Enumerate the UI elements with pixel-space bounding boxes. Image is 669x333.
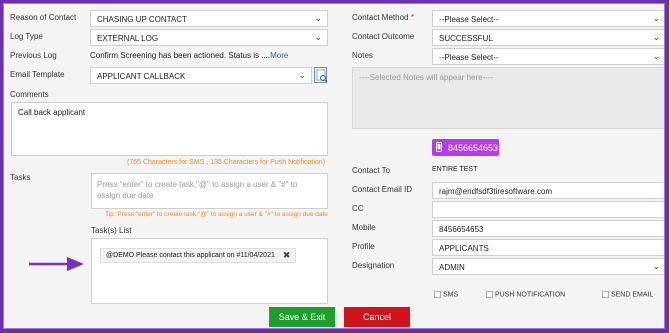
method-label: Contact Method * bbox=[352, 13, 414, 22]
sendemail-label: SEND EMAIL bbox=[610, 291, 654, 299]
required-marker: * bbox=[410, 13, 414, 22]
comments-label: Comments bbox=[10, 90, 49, 99]
arrow-icon bbox=[29, 256, 85, 274]
phone-icon bbox=[436, 141, 442, 154]
tasks-label: Tasks bbox=[10, 173, 31, 182]
email-label: Contact Email ID bbox=[352, 185, 413, 194]
tasks-placeholder: Press "enter" to create task,"@" to assi… bbox=[97, 180, 298, 200]
task-chip-text: @DEMO Please contact this applicant on #… bbox=[106, 252, 275, 259]
profile-label: Profile bbox=[352, 242, 375, 251]
mobile-value: 8456654653 bbox=[439, 225, 484, 234]
method-select[interactable]: --Please Select-- ⌄ bbox=[432, 10, 664, 27]
designation-select[interactable]: ADMIN ⌄ bbox=[432, 258, 664, 275]
email-field[interactable]: rajm@endfsdf3tiresoftware.com bbox=[432, 182, 664, 199]
push-checkbox[interactable] bbox=[486, 291, 493, 298]
comments-value: Call back applicant bbox=[18, 108, 86, 117]
sendemail-option[interactable]: SEND EMAIL bbox=[602, 291, 653, 298]
prevlog-label: Previous Log bbox=[10, 51, 57, 60]
designation-value: ADMIN bbox=[439, 263, 465, 272]
notes-label: Notes bbox=[352, 51, 373, 60]
sms-option[interactable]: SMS bbox=[434, 291, 458, 298]
save-exit-button[interactable]: Save & Exit bbox=[269, 307, 335, 327]
outcome-label: Contact Outcome bbox=[352, 32, 415, 41]
comments-textarea[interactable]: Call back applicant bbox=[11, 102, 328, 156]
logtype-select[interactable]: EXTERNAL LOG ⌄ bbox=[90, 29, 328, 46]
outcome-value: SUCCESSFUL bbox=[439, 34, 493, 43]
template-preview-icon[interactable] bbox=[314, 67, 328, 83]
logtype-value: EXTERNAL LOG bbox=[97, 34, 159, 43]
profile-field[interactable]: APPLICANTS bbox=[432, 239, 664, 256]
contactto-value: ENTIRE TEST bbox=[432, 166, 478, 173]
method-value: --Please Select-- bbox=[439, 15, 499, 24]
tasks-input[interactable]: Press "enter" to create task,"@" to assi… bbox=[91, 173, 328, 209]
reason-label: Reason of Contact bbox=[10, 13, 77, 22]
sendemail-checkbox[interactable] bbox=[602, 291, 609, 298]
prevlog-status: Confirm Screening has been actioned. Sta… bbox=[90, 51, 271, 60]
outcome-select[interactable]: SUCCESSFUL ⌄ bbox=[432, 29, 664, 46]
close-icon[interactable]: ✖ bbox=[283, 250, 291, 261]
template-select[interactable]: APPLICANT CALLBACK ⌄ bbox=[90, 67, 312, 84]
tasks-tip: Tip: Press "enter" to create task,"@" to… bbox=[105, 211, 328, 218]
sms-label: SMS bbox=[442, 291, 459, 299]
mobile-label: Mobile bbox=[352, 223, 376, 232]
mobile-field[interactable]: 8456654653 bbox=[432, 220, 664, 237]
phone-badge-number: 8456654653 bbox=[448, 142, 499, 153]
cc-field[interactable] bbox=[432, 201, 664, 218]
reason-select[interactable]: CHASING UP CONTACT ⌄ bbox=[90, 10, 328, 27]
chevron-down-icon: ⌄ bbox=[652, 261, 660, 271]
email-value: rajm@endfsdf3tiresoftware.com bbox=[439, 187, 553, 196]
chevron-down-icon: ⌄ bbox=[314, 32, 322, 42]
phone-badge[interactable]: 8456654653 bbox=[432, 139, 499, 156]
more-link[interactable]: More bbox=[270, 51, 288, 60]
notes-value: --Please Select-- bbox=[439, 53, 499, 62]
designation-label: Designation bbox=[352, 261, 395, 270]
task-list: @DEMO Please contact this applicant on #… bbox=[91, 238, 328, 304]
method-label-text: Contact Method bbox=[352, 13, 409, 22]
push-option[interactable]: PUSH NOTIFICATION bbox=[486, 291, 565, 298]
task-chip: @DEMO Please contact this applicant on #… bbox=[100, 248, 297, 263]
logtype-label: Log Type bbox=[10, 32, 43, 41]
cancel-button[interactable]: Cancel bbox=[344, 307, 410, 327]
sms-checkbox[interactable] bbox=[434, 291, 441, 298]
char-counter: (765 Characters for SMS , 135 Characters… bbox=[127, 159, 326, 166]
notes-select[interactable]: --Please Select-- ⌄ bbox=[432, 48, 664, 65]
chevron-down-icon: ⌄ bbox=[652, 32, 660, 42]
template-value: APPLICANT CALLBACK bbox=[97, 72, 186, 81]
chevron-down-icon: ⌄ bbox=[298, 70, 306, 80]
cc-label: CC bbox=[352, 204, 364, 213]
chevron-down-icon: ⌄ bbox=[652, 51, 660, 61]
notes-placeholder: ----Selected Notes will appear here---- bbox=[359, 73, 494, 82]
profile-value: APPLICANTS bbox=[439, 244, 489, 253]
push-label: PUSH NOTIFICATION bbox=[494, 291, 566, 299]
template-label: Email Template bbox=[10, 70, 65, 79]
reason-value: CHASING UP CONTACT bbox=[97, 15, 187, 24]
chevron-down-icon: ⌄ bbox=[314, 13, 322, 23]
chevron-down-icon: ⌄ bbox=[652, 13, 660, 23]
contact-log-form: Reason of Contact CHASING UP CONTACT ⌄ L… bbox=[3, 3, 665, 329]
prevlog-text: Confirm Screening has been actioned. Sta… bbox=[90, 51, 288, 60]
selected-notes-area: ----Selected Notes will appear here---- bbox=[352, 67, 664, 129]
contactto-label: Contact To bbox=[352, 166, 391, 175]
tasklist-label: Task(s) List bbox=[91, 226, 132, 235]
